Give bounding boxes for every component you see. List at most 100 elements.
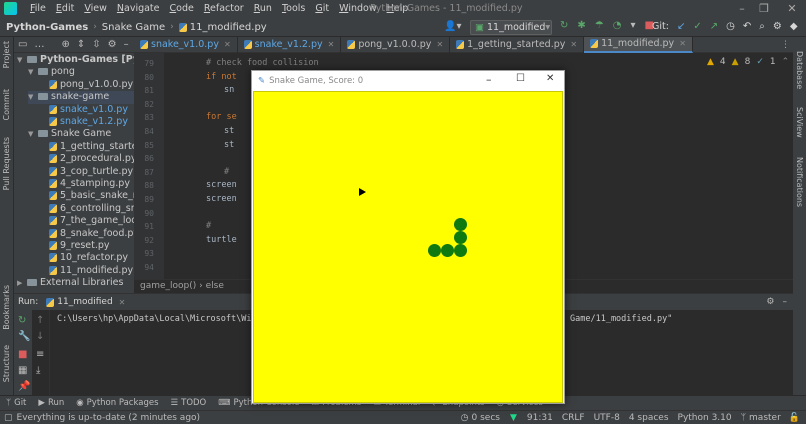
tree-file[interactable]: pong_v1.0.0.py [39, 79, 134, 91]
close-tab-icon[interactable]: ✕ [436, 40, 443, 49]
tree-file[interactable]: 4_stamping.py [39, 178, 134, 190]
nav-project[interactable]: Python-Games [6, 22, 88, 33]
gear-icon[interactable]: ⚙ [108, 39, 117, 50]
sciview-tool-button[interactable]: SciView [795, 107, 804, 138]
tree-file[interactable]: 2_procedural.py [39, 153, 134, 165]
menu-navigate[interactable]: Navigate [117, 3, 160, 14]
layout-icon[interactable]: ▦ [18, 366, 27, 376]
gear-icon[interactable]: ⚙ [766, 297, 774, 307]
tool-run[interactable]: ▶ Run [38, 398, 64, 408]
snake-game-window[interactable]: ✎ Snake Game, Score: 0 – ☐ ✕ [251, 70, 565, 404]
game-title-bar[interactable]: ✎ Snake Game, Score: 0 – ☐ ✕ [252, 71, 564, 90]
git-commit-icon[interactable]: ✓ [693, 21, 701, 32]
user-icon[interactable]: 👤▾ [444, 21, 461, 32]
rollback-icon[interactable]: ↶ [743, 21, 751, 32]
chevron-right-icon[interactable]: ▶ [17, 277, 27, 289]
chevron-down-icon[interactable]: ▼ [28, 128, 38, 140]
close-tab-icon[interactable]: ✕ [224, 40, 231, 49]
menu-refactor[interactable]: Refactor [204, 3, 244, 14]
nav-file[interactable]: 11_modified.py [190, 22, 267, 33]
tree-folder[interactable]: ▼ Python-Games [Python [17, 54, 134, 66]
python-interpreter[interactable]: Python 3.10 [678, 413, 732, 423]
git-update-icon[interactable]: ↙ [677, 21, 685, 32]
collapse-all-icon[interactable]: ⇕ [77, 39, 85, 50]
menu-tools[interactable]: Tools [282, 3, 305, 14]
editor-tab[interactable]: 1_getting_started.py ✕ [450, 36, 585, 53]
arrow-up-icon[interactable]: ↑ [36, 316, 44, 326]
coverage-icon[interactable]: ☂ [595, 21, 604, 31]
database-tool-button[interactable]: Database [795, 51, 804, 89]
close-icon[interactable]: ✕ [784, 1, 800, 17]
chevron-down-icon[interactable]: ▼ [28, 91, 38, 103]
search-icon[interactable]: ⌕ [759, 21, 765, 32]
more-icon[interactable]: … [34, 39, 44, 50]
run-configuration-select[interactable]: ▣ 11_modified ▾ [470, 20, 552, 35]
chevron-up-icon[interactable]: ⌃ [782, 57, 790, 67]
pull-requests-tool-button[interactable]: Pull Requests [2, 137, 11, 190]
debug-icon[interactable]: ✱ [577, 21, 585, 31]
tree-file[interactable]: 5_basic_snake_mo [39, 190, 134, 202]
tree-file[interactable]: snake_v1.2.py [39, 116, 134, 128]
commit-tool-button[interactable]: Commit [2, 89, 11, 120]
indent-setting[interactable]: 4 spaces [629, 413, 669, 423]
attach-icon[interactable]: ▾ [630, 21, 635, 31]
gear-icon[interactable]: ⚙ [773, 21, 782, 32]
expand-all-icon[interactable]: ⇳ [92, 39, 100, 50]
tree-file[interactable]: 11_modified.py [39, 265, 134, 277]
editor-tab[interactable]: snake_v1.2.py ✕ [238, 36, 342, 53]
soft-wrap-icon[interactable]: ≡ [36, 350, 44, 360]
tree-file[interactable]: 9_reset.py [39, 240, 134, 252]
close-tab-icon[interactable]: ✕ [328, 40, 335, 49]
game-canvas[interactable] [253, 91, 563, 403]
chevron-down-icon[interactable]: ▼ [17, 54, 27, 66]
tool-git[interactable]: ᛘ Git [6, 398, 26, 408]
status-message[interactable]: Everything is up-to-date (2 minutes ago) [17, 413, 201, 423]
arrow-down-icon[interactable]: ↓ [36, 332, 44, 342]
hide-icon[interactable]: – [124, 39, 129, 50]
menu-code[interactable]: Code [170, 3, 194, 14]
caret-position[interactable]: 91:31 [527, 413, 553, 423]
hide-panel-icon[interactable]: – [783, 297, 788, 307]
tree-folder[interactable]: ▼ pong [28, 66, 134, 78]
rerun-icon[interactable]: ↻ [560, 21, 568, 31]
close-tab-icon[interactable]: ✕ [570, 40, 577, 49]
tree-file[interactable]: 10_refactor.py [39, 252, 134, 264]
tree-file[interactable]: snake_v1.0.py [39, 104, 134, 116]
locate-icon[interactable]: ⊕ [61, 39, 69, 50]
chevron-down-icon[interactable]: ▼ [28, 66, 38, 78]
tab-menu-icon[interactable]: ⋮ [781, 40, 790, 50]
tree-file[interactable]: 6_controlling_sna [39, 203, 134, 215]
structure-tool-button[interactable]: Structure [2, 345, 11, 382]
menu-run[interactable]: Run [254, 3, 272, 14]
git-push-icon[interactable]: ↗ [710, 21, 718, 32]
maximize-icon[interactable]: ❐ [756, 1, 772, 17]
history-icon[interactable]: ◷ [726, 21, 735, 32]
pin-icon[interactable]: 📌 [18, 382, 30, 392]
editor-tab[interactable]: 11_modified.py ✕ [584, 36, 693, 53]
notifications-tool-button[interactable]: Notifications [795, 157, 804, 207]
maximize-icon[interactable]: ☐ [516, 73, 525, 84]
line-separator[interactable]: CRLF [562, 413, 585, 423]
bookmarks-tool-button[interactable]: Bookmarks [2, 285, 11, 330]
menu-edit[interactable]: Edit [56, 3, 74, 14]
menu-view[interactable]: View [84, 3, 107, 14]
tree-folder[interactable]: ▼ snake-game [28, 91, 134, 104]
tree-file[interactable]: 7_the_game_loop. [39, 215, 134, 227]
scroll-to-end-icon[interactable]: ⤓ [36, 366, 40, 376]
tree-file[interactable]: 3_cop_turtle.py [39, 166, 134, 178]
profile-icon[interactable]: ◔ [613, 21, 622, 31]
menu-file[interactable]: File [30, 3, 46, 14]
rerun-icon[interactable]: ↻ [18, 316, 26, 326]
wrench-icon[interactable]: 🔧 [18, 332, 30, 342]
file-encoding[interactable]: UTF-8 [594, 413, 620, 423]
tool-todo[interactable]: ☰ TODO [171, 398, 207, 408]
inspection-widget[interactable]: ▲ 4 ▲ 8 ✓ 1 ⌃ [707, 57, 789, 67]
project-tool-button[interactable]: Project [2, 41, 11, 68]
jetbrains-icon[interactable]: ◆ [790, 21, 798, 32]
tree-file[interactable]: 1_getting_started. [39, 141, 134, 153]
editor-tab[interactable]: snake_v1.0.py ✕ [134, 36, 238, 53]
run-tab[interactable]: 11_modified [57, 297, 112, 307]
tree-folder[interactable]: ▶ External Libraries [17, 277, 134, 289]
minimize-icon[interactable]: – [734, 1, 750, 17]
tree-folder[interactable]: ▼ Snake Game [28, 128, 134, 140]
